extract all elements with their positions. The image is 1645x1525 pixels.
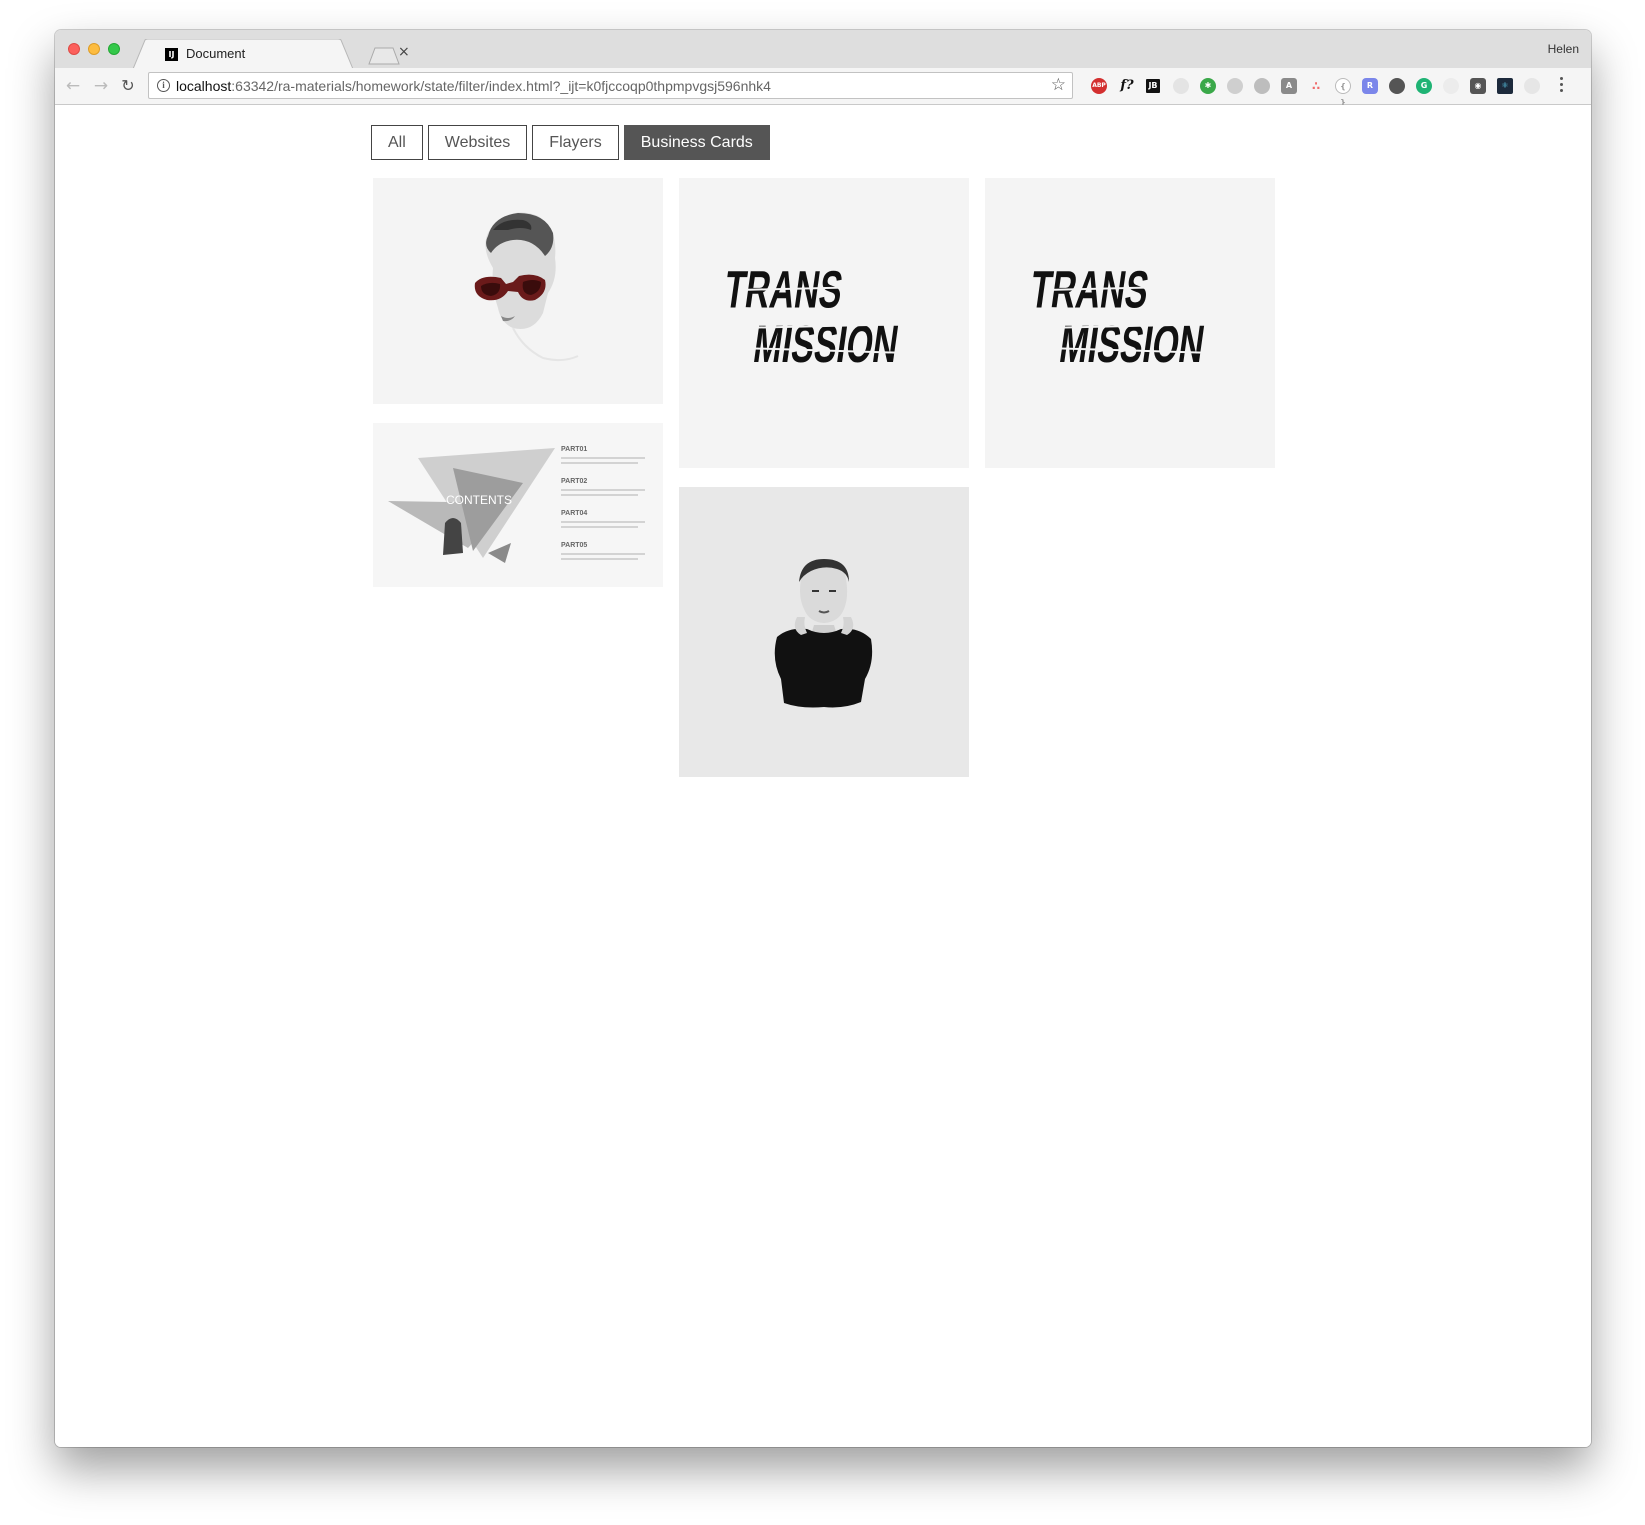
transmission-card-1[interactable]: TRANS MISSION <box>679 178 969 468</box>
more-menu-icon[interactable] <box>1558 77 1564 95</box>
title-bar: IJ Document × Helen <box>55 30 1591 70</box>
part-label: PART02 <box>561 478 587 485</box>
page-content: All Websites Flayers Business Cards TRAN… <box>55 105 1591 1447</box>
contents-heading: CONTENTS <box>446 493 512 507</box>
drive-icon[interactable] <box>1254 78 1270 94</box>
gear-extension-icon[interactable]: ✱ <box>1200 78 1216 94</box>
contents-presentation-card[interactable]: CONTENTS PART01 PART02 PART04 PART05 <box>373 423 663 587</box>
woman-black-sweater-image <box>679 487 969 777</box>
close-window-button[interactable] <box>68 43 80 55</box>
transmission-logo-image: TRANS MISSION <box>985 178 1275 468</box>
url-path: :63342/ra-materials/homework/state/filte… <box>231 78 771 94</box>
minimize-window-button[interactable] <box>88 43 100 55</box>
url-text[interactable]: localhost:63342/ra-materials/homework/st… <box>176 78 771 94</box>
abp-icon[interactable]: ABP <box>1091 78 1107 94</box>
back-arrow-icon[interactable]: ← <box>63 76 83 96</box>
r-icon[interactable]: R <box>1362 78 1378 94</box>
clock-icon[interactable] <box>1227 78 1243 94</box>
angular-icon[interactable]: A <box>1281 78 1297 94</box>
profile-name[interactable]: Helen <box>1548 42 1579 56</box>
bookmark-star-icon[interactable]: ☆ <box>1051 75 1066 95</box>
jetbrains-icon[interactable]: JB <box>1146 79 1160 93</box>
shield-icon[interactable] <box>1524 78 1540 94</box>
part-label: PART05 <box>561 542 587 549</box>
zoom-window-button[interactable] <box>108 43 120 55</box>
toolbar: ← → ↻ i localhost:63342/ra-materials/hom… <box>55 68 1591 107</box>
woman-sunglasses-card[interactable] <box>373 178 663 404</box>
reload-icon[interactable]: ↻ <box>118 76 138 96</box>
browser-window: IJ Document × Helen ← → ↻ i localhost:63… <box>55 30 1591 1447</box>
tab-title: Document <box>186 46 246 61</box>
react-icon[interactable]: ⚛ <box>1497 78 1513 94</box>
evernote-icon[interactable] <box>1389 78 1405 94</box>
url-host: localhost <box>176 78 232 94</box>
part-label: PART01 <box>561 446 587 453</box>
map-pin-icon[interactable]: ◉ <box>1470 78 1486 94</box>
extension-icon[interactable] <box>1443 78 1459 94</box>
forward-arrow-icon[interactable]: → <box>91 76 111 96</box>
grammarly-icon[interactable]: G <box>1416 78 1432 94</box>
address-bar[interactable]: i localhost:63342/ra-materials/homework/… <box>148 72 1073 99</box>
transmission-logo-image: TRANS MISSION <box>679 178 969 468</box>
filter-flayers-button[interactable]: Flayers <box>532 125 619 160</box>
transmission-card-2[interactable]: TRANS MISSION <box>985 178 1275 468</box>
bracket-icon[interactable]: { } <box>1335 78 1351 107</box>
filter-bar: All Websites Flayers Business Cards <box>371 125 775 160</box>
info-icon[interactable]: i <box>157 79 170 92</box>
woman-sunglasses-image <box>373 178 663 404</box>
part-label: PART04 <box>561 510 587 517</box>
filter-all-button[interactable]: All <box>371 125 423 160</box>
tab-document[interactable]: IJ Document × <box>133 39 410 69</box>
new-tab-button[interactable] <box>368 47 400 70</box>
font-icon[interactable]: f? <box>1119 78 1135 94</box>
intellij-favicon-icon: IJ <box>165 48 178 61</box>
woman-black-sweater-card[interactable] <box>679 487 969 777</box>
filter-business-cards-button[interactable]: Business Cards <box>623 125 770 160</box>
filter-websites-button[interactable]: Websites <box>427 125 528 160</box>
contents-slide-image: CONTENTS PART01 PART02 PART04 PART05 <box>373 423 663 587</box>
extension-icon[interactable] <box>1173 78 1189 94</box>
asana-icon[interactable]: ∴ <box>1308 78 1324 94</box>
